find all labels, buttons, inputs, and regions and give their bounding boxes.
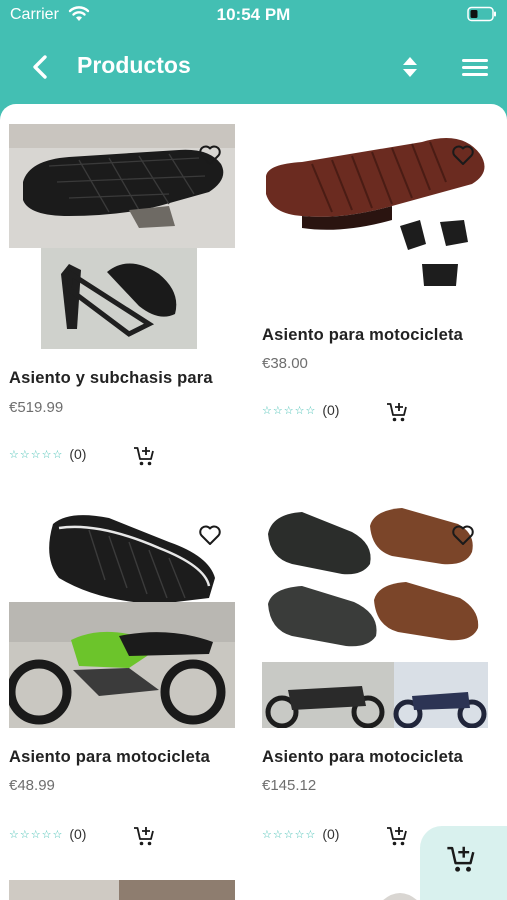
favorite-button[interactable] xyxy=(449,522,477,548)
review-count: (0) xyxy=(69,826,87,842)
hamburger-menu-icon xyxy=(462,59,488,76)
product-price: €519.99 xyxy=(9,399,64,416)
favorite-button[interactable] xyxy=(196,522,224,548)
rating-stars: ☆☆☆☆☆ xyxy=(262,404,317,417)
product-card[interactable]: Asiento para motocicleta €145.12 ☆☆☆☆☆ (… xyxy=(262,506,502,856)
add-to-cart-icon xyxy=(134,827,154,846)
favorite-button[interactable] xyxy=(449,142,477,168)
heart-icon xyxy=(199,145,221,165)
product-price: €48.99 xyxy=(9,777,55,794)
product-rating: ☆☆☆☆☆ (0) xyxy=(9,826,86,842)
product-name[interactable]: Asiento y subchasis para xyxy=(9,369,213,388)
back-arrow-icon xyxy=(33,55,47,79)
rating-stars: ☆☆☆☆☆ xyxy=(9,828,64,841)
product-card[interactable]: Asiento para motocicleta €48.99 ☆☆☆☆☆ (0… xyxy=(9,506,249,856)
product-price: €145.12 xyxy=(262,777,317,794)
product-rating: ☆☆☆☆☆ (0) xyxy=(9,446,86,462)
cart-icon xyxy=(447,846,475,872)
sort-button[interactable] xyxy=(396,52,424,82)
menu-button[interactable] xyxy=(458,52,492,82)
product-card[interactable]: Asiento para motocicleta €38.00 ☆☆☆☆☆ (0… xyxy=(262,124,502,424)
clock: 10:54 PM xyxy=(216,5,291,24)
product-image[interactable] xyxy=(9,880,235,900)
status-bar: Carrier 10:54 PM xyxy=(0,0,507,30)
add-to-cart-icon xyxy=(387,827,407,846)
product-rating: ☆☆☆☆☆ (0) xyxy=(262,402,339,418)
product-name[interactable]: Asiento para motocicleta xyxy=(262,326,463,345)
product-image[interactable] xyxy=(382,888,418,900)
rating-stars: ☆☆☆☆☆ xyxy=(9,448,64,461)
product-name[interactable]: Asiento para motocicleta xyxy=(262,748,463,767)
back-button[interactable] xyxy=(24,50,56,84)
product-name[interactable]: Asiento para motocicleta xyxy=(9,748,210,767)
review-count: (0) xyxy=(322,826,340,842)
heart-icon xyxy=(199,525,221,545)
heart-icon xyxy=(452,525,474,545)
cart-button[interactable] xyxy=(420,826,507,900)
sort-icon xyxy=(403,57,417,77)
page-title: Productos xyxy=(77,52,191,78)
product-rating: ☆☆☆☆☆ (0) xyxy=(262,826,339,842)
heart-icon xyxy=(452,145,474,165)
add-to-cart-button[interactable] xyxy=(131,824,157,848)
product-price: €38.00 xyxy=(262,355,308,372)
battery-icon xyxy=(467,6,496,22)
add-to-cart-icon xyxy=(387,403,407,422)
add-to-cart-icon xyxy=(134,447,154,466)
add-to-cart-button[interactable] xyxy=(384,824,410,848)
review-count: (0) xyxy=(69,446,87,462)
add-to-cart-button[interactable] xyxy=(131,444,157,468)
add-to-cart-button[interactable] xyxy=(384,400,410,424)
favorite-button[interactable] xyxy=(196,142,224,168)
product-grid: Asiento y subchasis para €519.99 ☆☆☆☆☆ (… xyxy=(0,104,507,900)
rating-stars: ☆☆☆☆☆ xyxy=(262,828,317,841)
review-count: (0) xyxy=(322,402,340,418)
product-card[interactable]: Asiento y subchasis para €519.99 ☆☆☆☆☆ (… xyxy=(9,124,249,474)
app-bar: Productos xyxy=(0,36,507,98)
